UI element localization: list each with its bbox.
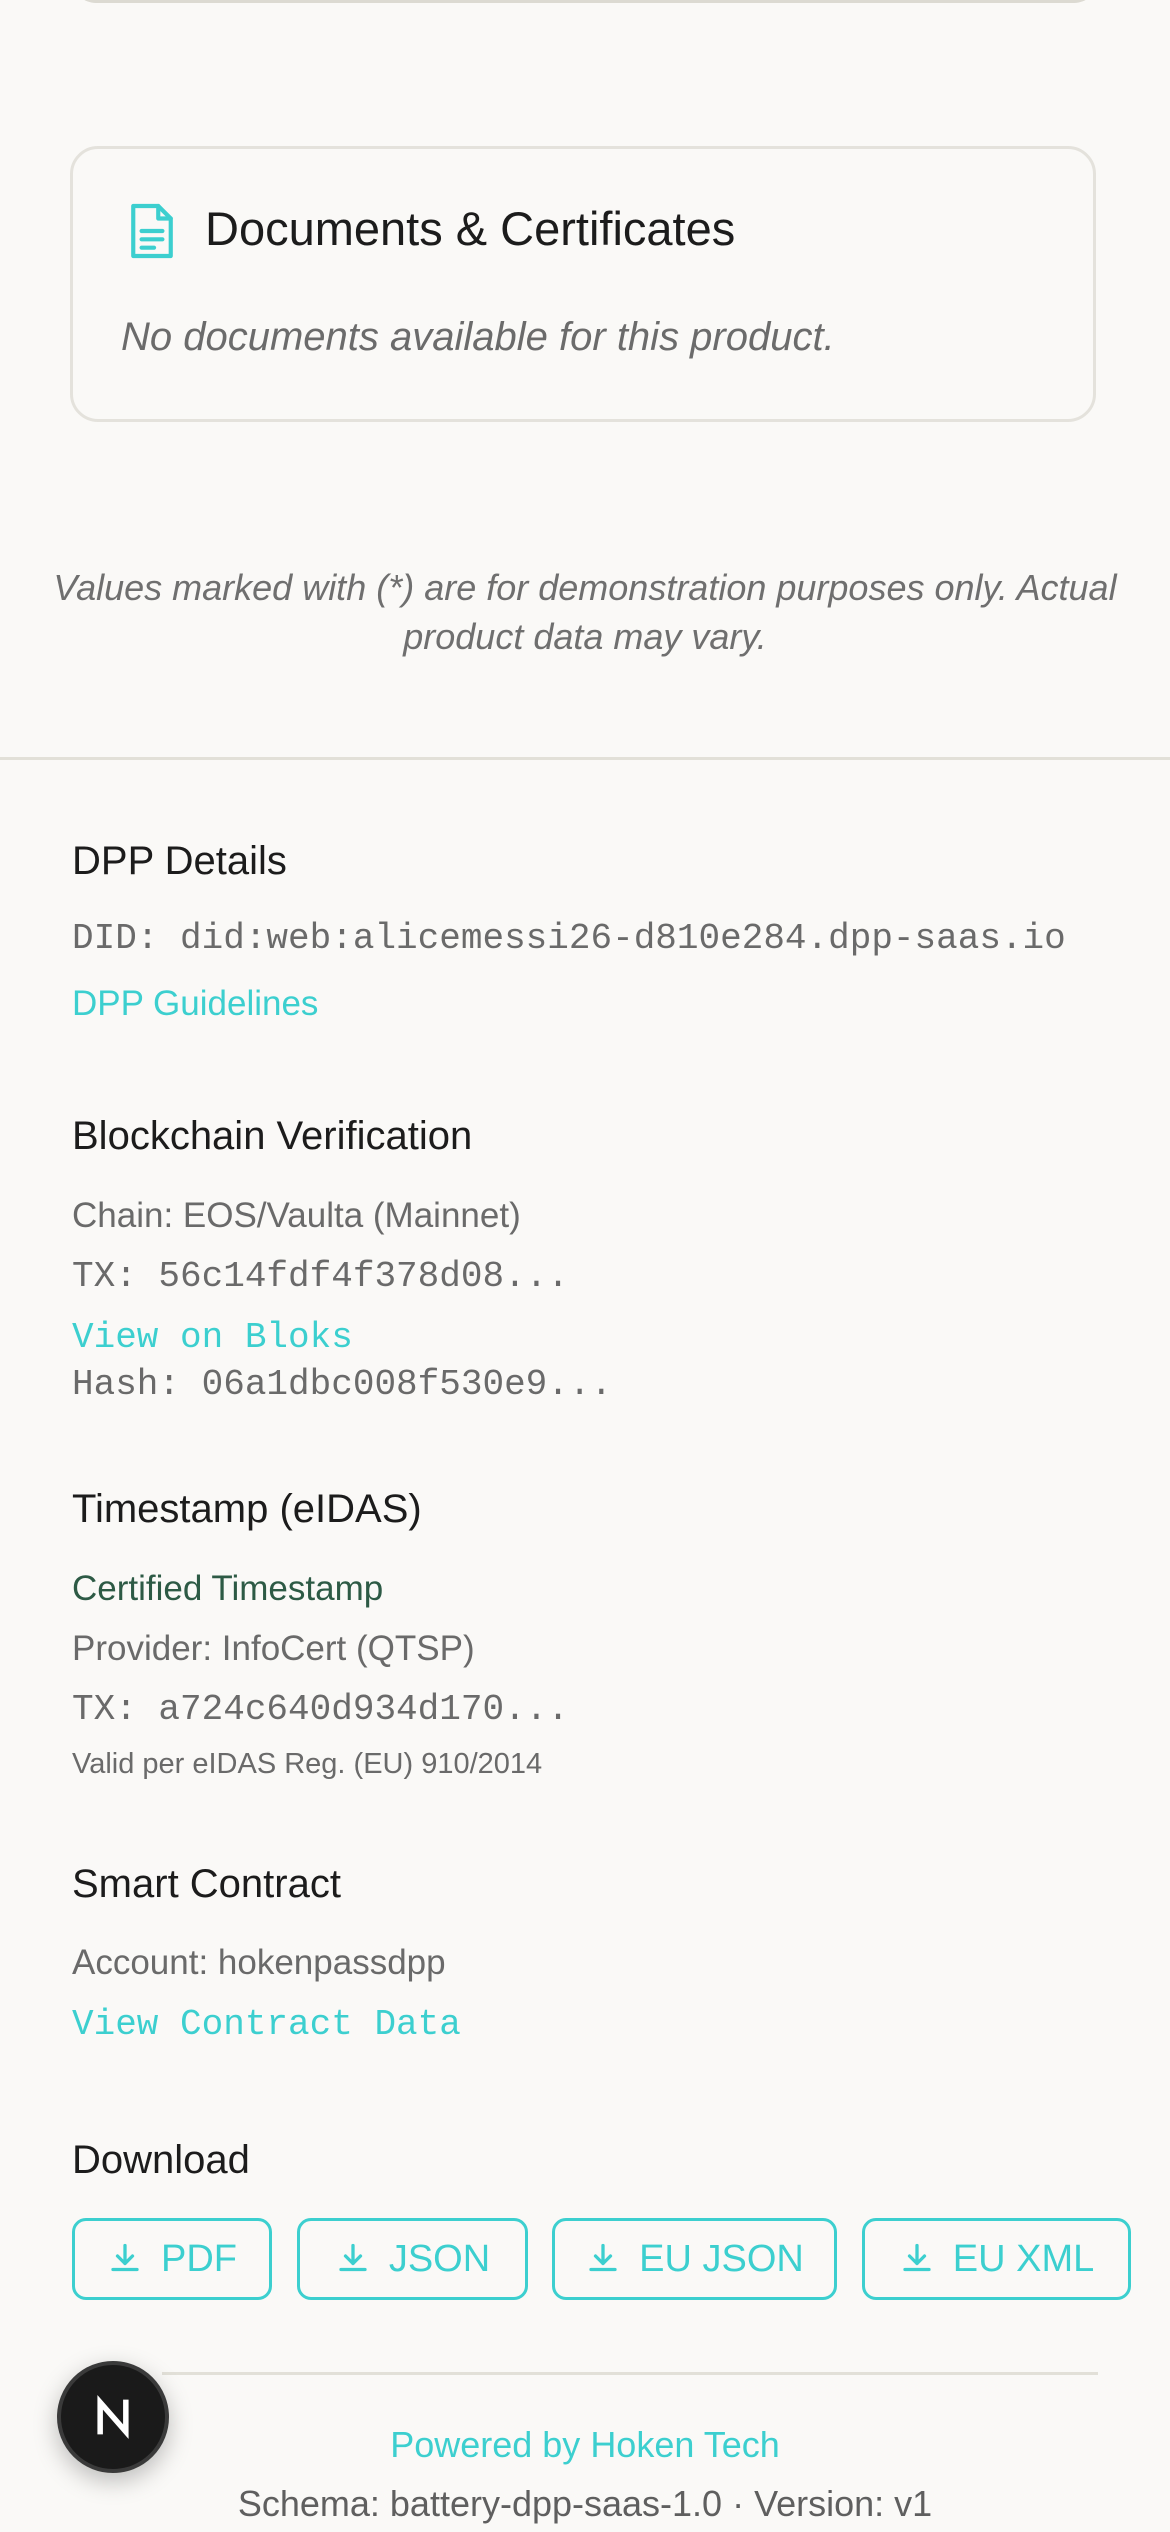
smart-contract-title: Smart Contract	[72, 1862, 341, 1906]
download-pdf-button[interactable]: PDF	[72, 2218, 272, 2300]
disclaimer-line-2: product data may vary.	[403, 616, 767, 657]
n-logo-icon	[97, 2395, 129, 2439]
download-icon	[589, 2243, 617, 2272]
certified-timestamp-label: Certified Timestamp	[72, 1569, 384, 1608]
dpp-details-title: DPP Details	[72, 839, 287, 883]
previous-card-edge	[72, 0, 1098, 3]
download-icon	[111, 2243, 139, 2272]
blockchain-tx: TX: 56c14fdf4f378d08...	[72, 1256, 569, 1297]
blockchain-title: Blockchain Verification	[72, 1114, 473, 1158]
download-icon	[339, 2243, 367, 2272]
timestamp-title: Timestamp (eIDAS)	[72, 1487, 422, 1531]
documents-title: Documents & Certificates	[205, 202, 736, 255]
demo-disclaimer: Values marked with (*) are for demonstra…	[0, 563, 1170, 661]
download-json-button[interactable]: JSON	[297, 2218, 528, 2300]
blockchain-hash: Hash: 06a1dbc008f530e9...	[72, 1364, 613, 1405]
download-eu-xml-label: EU XML	[952, 2237, 1095, 2280]
download-pdf-label: PDF	[161, 2237, 237, 2280]
download-json-label: JSON	[388, 2237, 491, 2280]
documents-card: Documents & Certificates No documents av…	[70, 146, 1096, 422]
download-icon	[903, 2243, 931, 2272]
disclaimer-line-1: Values marked with (*) are for demonstra…	[53, 567, 1117, 608]
dpp-guidelines-link[interactable]: DPP Guidelines	[72, 984, 318, 1024]
view-on-bloks-link[interactable]: View on Bloks	[72, 1317, 353, 1358]
download-eu-json-button[interactable]: EU JSON	[552, 2218, 837, 2300]
section-divider	[0, 757, 1170, 760]
footer-divider	[162, 2372, 1098, 2375]
chain-value: Chain: EOS/Vaulta (Mainnet)	[72, 1196, 521, 1235]
timestamp-provider: Provider: InfoCert (QTSP)	[72, 1629, 475, 1668]
timestamp-tx: TX: a724c640d934d170...	[72, 1689, 569, 1730]
eidas-valid-note: Valid per eIDAS Reg. (EU) 910/2014	[72, 1748, 543, 1780]
dev-tools-badge[interactable]	[57, 2361, 169, 2473]
download-title: Download	[72, 2138, 250, 2182]
contract-account: Account: hokenpassdpp	[72, 1943, 446, 1982]
documents-empty-text: No documents available for this product.	[121, 315, 835, 359]
view-contract-data-link[interactable]: View Contract Data	[72, 2004, 461, 2045]
did-value: DID: did:web:alicemessi26-d810e284.dpp-s…	[72, 918, 1066, 959]
schema-version: Schema: battery-dpp-saas-1.0 · Version: …	[237, 2483, 933, 2524]
powered-by-link[interactable]: Powered by Hoken Tech	[0, 2424, 1170, 2466]
document-icon	[127, 201, 177, 261]
download-eu-json-label: EU JSON	[639, 2237, 804, 2280]
download-eu-xml-button[interactable]: EU XML	[862, 2218, 1131, 2300]
